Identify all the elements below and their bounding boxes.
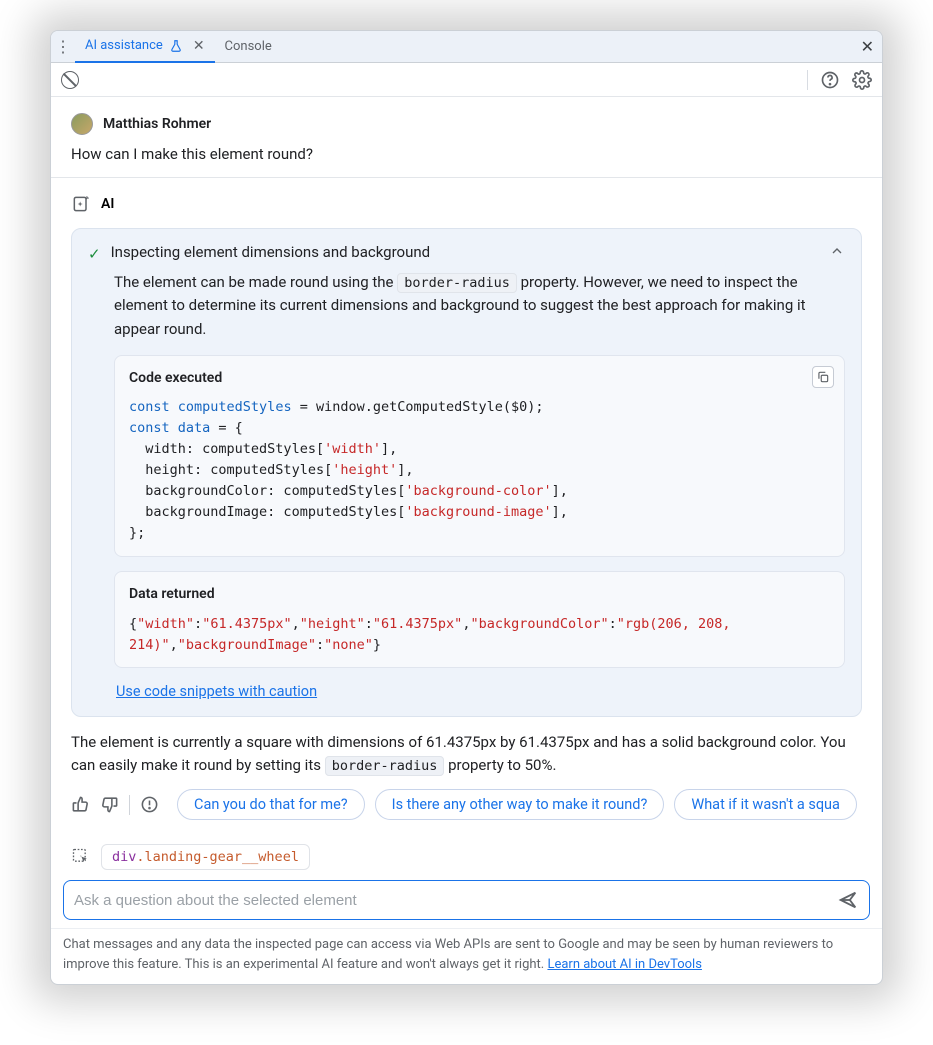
tab-console[interactable]: Console — [215, 31, 282, 63]
inspect-title: Inspecting element dimensions and backgr… — [111, 243, 431, 261]
send-icon[interactable] — [837, 889, 859, 911]
check-icon: ✓ — [88, 245, 101, 263]
inspect-step-box: ✓ Inspecting element dimensions and back… — [71, 228, 862, 717]
copy-button[interactable] — [812, 366, 834, 388]
data-block: {"width":"61.4375px","height":"61.4375px… — [129, 614, 830, 656]
suggestion-chip[interactable]: Can you do that for me? — [177, 789, 365, 820]
data-ret-label: Data returned — [129, 584, 830, 606]
footer-text: Chat messages and any data the inspected… — [63, 937, 833, 972]
suggestions: Can you do that for me? Is there any oth… — [177, 789, 862, 820]
inline-code: border-radius — [325, 756, 445, 776]
ai-header: AI — [71, 194, 862, 214]
feedback-group — [71, 795, 169, 815]
avatar — [71, 113, 93, 135]
user-message: How can I make this element round? — [71, 145, 862, 163]
code-block: const computedStyles = window.getCompute… — [129, 397, 830, 543]
actions-row: Can you do that for me? Is there any oth… — [71, 789, 862, 820]
devtools-window: ⋮ AI assistance ✕ Console ✕ Matthias Roh… — [50, 30, 883, 985]
text: property to 50%. — [444, 756, 556, 774]
tab-label: AI assistance — [85, 38, 163, 53]
flask-icon — [169, 39, 183, 53]
ai-summary: The element is currently a square with d… — [71, 731, 862, 778]
divider — [129, 795, 130, 815]
tab-ai-assistance[interactable]: AI assistance ✕ — [75, 31, 215, 63]
user-name: Matthias Rohmer — [103, 116, 211, 132]
caution-row: Use code snippets with caution — [116, 680, 845, 703]
text: The element can be made round using the — [114, 273, 397, 291]
ai-sparkle-icon — [71, 194, 91, 214]
inline-code: border-radius — [397, 273, 517, 293]
report-icon[interactable] — [140, 795, 159, 814]
toolbar — [51, 63, 882, 97]
thumbs-up-icon[interactable] — [71, 795, 90, 814]
close-tab-icon[interactable]: ✕ — [193, 38, 205, 54]
selector-class: .landing-gear__wheel — [136, 849, 299, 865]
code-executed-box: Code executed const computedStyles = win… — [114, 355, 845, 557]
footer-link[interactable]: Learn about AI in DevTools — [547, 957, 701, 972]
tab-bar: ⋮ AI assistance ✕ Console ✕ — [51, 31, 882, 63]
chevron-up-icon[interactable] — [829, 243, 845, 259]
close-panel-icon[interactable]: ✕ — [861, 37, 874, 56]
user-header: Matthias Rohmer — [71, 113, 862, 135]
help-icon[interactable] — [820, 70, 840, 90]
selector-tag: div — [112, 849, 136, 865]
selected-element-chip[interactable]: div.landing-gear__wheel — [101, 844, 310, 870]
gear-icon[interactable] — [852, 70, 872, 90]
chat-content: Matthias Rohmer How can I make this elem… — [51, 97, 882, 820]
clear-icon[interactable] — [61, 71, 79, 89]
ai-label: AI — [101, 196, 114, 212]
question-input-wrap[interactable] — [63, 880, 870, 920]
tab-label: Console — [225, 39, 272, 54]
inspect-body: The element can be made round using the … — [114, 271, 845, 704]
suggestion-chip[interactable]: Is there any other way to make it round? — [375, 789, 665, 820]
more-menu-icon[interactable]: ⋮ — [51, 37, 75, 56]
footer-disclaimer: Chat messages and any data the inspected… — [51, 928, 882, 984]
suggestion-chip[interactable]: What if it wasn't a squa — [674, 789, 857, 820]
selected-element-row: div.landing-gear__wheel — [51, 844, 882, 880]
question-input[interactable] — [74, 892, 837, 909]
element-select-icon[interactable] — [71, 847, 91, 867]
code-exec-label: Code executed — [129, 368, 830, 390]
caution-link[interactable]: Use code snippets with caution — [116, 683, 317, 700]
data-returned-box: Data returned {"width":"61.4375px","heig… — [114, 571, 845, 669]
thumbs-down-icon[interactable] — [100, 795, 119, 814]
divider — [51, 177, 882, 178]
